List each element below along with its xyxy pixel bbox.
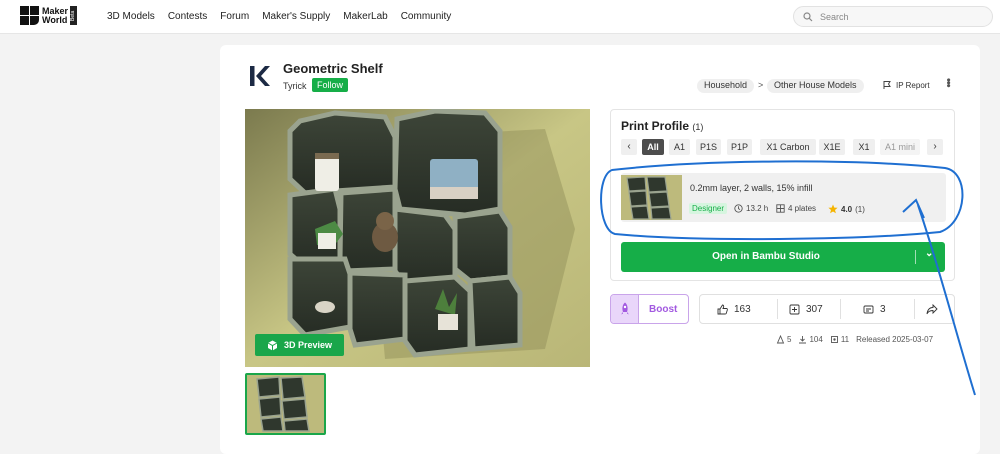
clock-icon	[734, 204, 743, 213]
profile-name: 0.2mm layer, 2 walls, 15% infill	[690, 183, 813, 193]
main-nav: 3D Models Contests Forum Maker's Supply …	[107, 11, 464, 22]
plate-count-value: 4 plates	[788, 204, 817, 213]
filter-chip-a1[interactable]: A1	[669, 139, 690, 155]
like-button[interactable]: 163	[717, 295, 751, 323]
nav-link-community[interactable]: Community	[401, 11, 452, 22]
breadcrumb-other-house-models[interactable]: Other House Models	[767, 79, 864, 93]
engagement-actions: 163 307 3	[699, 294, 955, 324]
downloads-count: 104	[809, 335, 823, 344]
logo-text-line2: World	[42, 14, 68, 25]
download-icon	[799, 336, 807, 344]
top-navigation-bar: Maker World Beta 3D Models Contests Foru…	[0, 0, 1000, 34]
rating-value: 4.0	[841, 204, 853, 214]
filter-chip-x1-carbon[interactable]: X1 Carbon	[760, 139, 816, 155]
nav-link-makers-supply[interactable]: Maker's Supply	[262, 11, 330, 22]
collect-button[interactable]: 307	[789, 295, 823, 323]
model-main-image[interactable]	[245, 109, 590, 367]
filter-prev-icon[interactable]: ‹	[621, 139, 637, 155]
print-profile-heading: Print Profile (1)	[621, 119, 703, 133]
boost-button[interactable]: Boost	[610, 294, 689, 324]
breadcrumb-household[interactable]: Household	[697, 79, 755, 93]
more-options-icon[interactable]: •••	[942, 78, 954, 87]
nav-link-forum[interactable]: Forum	[220, 11, 249, 22]
bookmark-add-icon	[789, 304, 800, 314]
nav-link-3d-models[interactable]: 3D Models	[107, 11, 155, 22]
release-date: Released 2025-03-07	[856, 335, 934, 344]
thumbs-up-icon	[717, 304, 728, 314]
like-count: 163	[734, 303, 751, 315]
print-icon	[830, 336, 838, 343]
action-divider	[914, 299, 915, 319]
plate-count: 4 plates	[776, 204, 816, 213]
search-input[interactable]: Search	[793, 6, 993, 27]
model-stats-row: 5 104 11 Released 2025-03-07	[776, 335, 933, 344]
action-divider	[777, 299, 778, 319]
plates-icon	[776, 204, 785, 213]
comment-button[interactable]: 3	[863, 295, 886, 323]
3d-preview-label: 3D Preview	[284, 340, 333, 350]
open-in-bambu-studio-button[interactable]: Open in Bambu Studio ⌄	[621, 242, 945, 272]
model-detail-card: Geometric Shelf Tyrick Follow Household …	[220, 45, 980, 454]
action-divider	[840, 299, 841, 319]
search-placeholder: Search	[820, 12, 849, 22]
filter-chip-x1[interactable]: X1	[853, 139, 875, 155]
makerworld-logo-icon	[20, 6, 39, 25]
filter-chip-p1s[interactable]: P1S	[696, 139, 721, 155]
report-icon	[883, 81, 891, 89]
share-icon	[926, 303, 938, 314]
print-profile-panel: Print Profile (1) ‹ All A1 P1S P1P X1 Ca…	[610, 109, 955, 281]
cube-icon	[267, 340, 278, 350]
nav-link-contests[interactable]: Contests	[168, 11, 207, 22]
rating-count: (1)	[855, 204, 865, 214]
search-icon	[803, 12, 813, 22]
model-title: Geometric Shelf	[283, 61, 383, 76]
downloads-stat: 104	[798, 335, 823, 344]
author-name[interactable]: Tyrick	[283, 81, 307, 91]
makes-icon	[776, 335, 785, 344]
rocket-icon	[611, 295, 639, 323]
shelf-render	[245, 109, 590, 367]
profile-thumbnail	[621, 175, 682, 220]
filter-chip-a1-mini[interactable]: A1 mini	[880, 139, 920, 155]
print-time: 13.2 h	[734, 204, 768, 213]
share-button[interactable]	[926, 295, 944, 323]
image-thumbnail[interactable]	[245, 373, 326, 435]
designer-avatar[interactable]	[246, 63, 272, 89]
ip-report-label: IP Report	[896, 80, 930, 90]
ip-report-button[interactable]: IP Report	[882, 80, 930, 90]
follow-button[interactable]: Follow	[312, 78, 349, 92]
print-profile-card[interactable]: 0.2mm layer, 2 walls, 15% infill Designe…	[621, 173, 946, 222]
button-divider	[915, 250, 916, 264]
print-profile-title: Print Profile	[621, 119, 690, 133]
comment-icon	[863, 305, 874, 313]
collect-count: 307	[806, 303, 823, 315]
printer-filter-row: ‹ All A1 P1S P1P X1 Carbon X1E X1 A1 min…	[621, 139, 946, 155]
makerworld-logo[interactable]: Maker World Beta	[20, 6, 78, 25]
breadcrumb-separator: >	[758, 80, 764, 90]
beta-badge: Beta	[70, 6, 78, 25]
prints-count: 11	[840, 335, 850, 344]
prints-stat: 11	[830, 335, 849, 344]
makes-count: 5	[787, 335, 792, 344]
filter-chip-p1p[interactable]: P1P	[727, 139, 752, 155]
open-in-bambu-studio-label: Open in Bambu Studio	[712, 251, 820, 262]
print-profile-count: (1)	[692, 122, 704, 132]
print-time-value: 13.2 h	[746, 204, 769, 213]
filter-next-icon[interactable]: ›	[927, 139, 943, 155]
filter-chip-all[interactable]: All	[642, 139, 664, 155]
star-icon	[828, 204, 838, 214]
makes-stat: 5	[776, 335, 791, 344]
chevron-down-icon[interactable]: ⌄	[925, 248, 933, 259]
boost-label: Boost	[649, 304, 678, 315]
designer-tag: Designer	[689, 203, 728, 214]
thumbnail-render	[247, 375, 324, 433]
filter-chip-x1e[interactable]: X1E	[819, 139, 845, 155]
3d-preview-button[interactable]: 3D Preview	[255, 334, 344, 356]
comment-count: 3	[880, 303, 886, 315]
profile-rating: 4.0 (1)	[828, 204, 865, 214]
nav-link-makerlab[interactable]: MakerLab	[343, 11, 387, 22]
